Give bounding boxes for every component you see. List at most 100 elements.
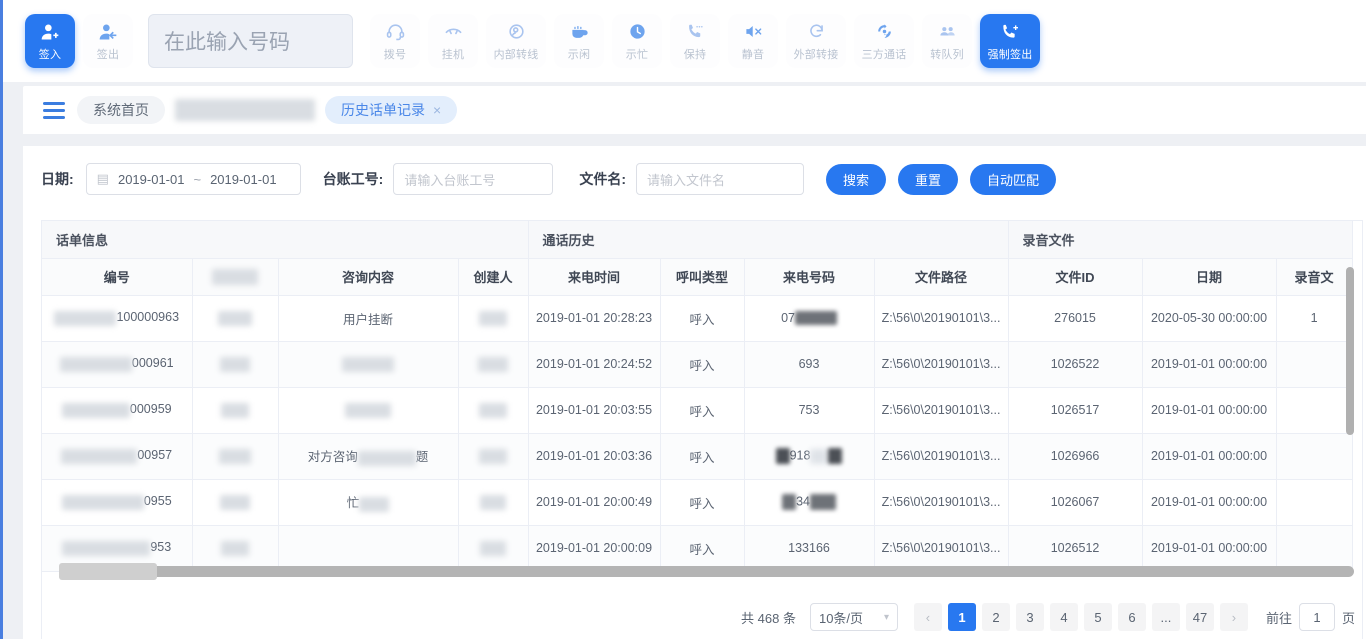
- cell-file-path: Z:\56\0\20190101\3...: [874, 433, 1009, 480]
- col-id[interactable]: 编号: [42, 258, 193, 296]
- cell-id: 000961: [42, 341, 193, 388]
- col-recording[interactable]: 录音文: [1276, 258, 1353, 296]
- cell-date: 2019-01-01 00:00:00: [1142, 387, 1277, 434]
- table-row[interactable]: 000959 2019-01-01 20:03:55 呼入 753 Z:\56\…: [42, 387, 1353, 434]
- cell-content: 对方咨询题: [278, 433, 459, 480]
- table-row[interactable]: 00957 对方咨询题 2019-01-01 20:03:36 呼入 918 Z…: [42, 433, 1353, 480]
- page-size-value: 10条/页: [818, 610, 864, 626]
- signin-label: 签入: [38, 48, 62, 61]
- tab-system-home[interactable]: 系统首页: [77, 96, 165, 124]
- content-panel: 日期: ▤ 2019-01-01 ~ 2019-01-01 台账工号: 请输入台…: [23, 146, 1366, 639]
- cell-call-type: 呼入: [660, 341, 745, 388]
- cell-id: 0955: [42, 479, 193, 526]
- tab-redacted[interactable]: [175, 96, 315, 124]
- filename-input[interactable]: 请输入文件名: [636, 163, 805, 195]
- cell-recording: [1276, 387, 1353, 434]
- cell-date: 2019-01-01 00:00:00: [1142, 479, 1277, 526]
- page-button-1[interactable]: 1: [947, 603, 976, 631]
- page-button-5[interactable]: 5: [1083, 603, 1112, 631]
- date-label: 日期:: [41, 171, 74, 187]
- col-creator[interactable]: 创建人: [458, 258, 529, 296]
- signin-button[interactable]: 签入: [25, 14, 75, 68]
- external-transfer-button[interactable]: 外部转接: [786, 14, 846, 68]
- cell-recording: 1: [1276, 295, 1353, 342]
- scrollbar-thumb[interactable]: [59, 563, 157, 580]
- col-file-path[interactable]: 文件路径: [874, 258, 1009, 296]
- cell-redacted: [192, 433, 279, 480]
- conference-icon: [875, 21, 894, 43]
- prev-page-button[interactable]: ‹: [913, 603, 942, 631]
- reset-button[interactable]: 重置: [898, 163, 959, 195]
- phone-number-input[interactable]: 在此输入号码: [148, 14, 353, 68]
- page-button-2[interactable]: 2: [981, 603, 1010, 631]
- cell-creator: [458, 387, 529, 434]
- user-out-icon: [98, 21, 118, 43]
- col-call-type[interactable]: 呼叫类型: [660, 258, 745, 296]
- table-row[interactable]: 953 2019-01-01 20:00:09 呼入 133166 Z:\56\…: [42, 525, 1353, 572]
- cell-file-path: Z:\56\0\20190101\3...: [874, 341, 1009, 388]
- col-call-time[interactable]: 来电时间: [528, 258, 661, 296]
- dial-button[interactable]: 拨号: [370, 14, 420, 68]
- page-size-select[interactable]: 10条/页 ▾: [809, 603, 898, 631]
- tab-system-home-label: 系统首页: [93, 102, 149, 118]
- date-range-input[interactable]: ▤ 2019-01-01 ~ 2019-01-01: [85, 163, 301, 195]
- force-signout-icon: [1000, 21, 1020, 43]
- cell-date: 2019-01-01 00:00:00: [1142, 341, 1277, 388]
- conference-button[interactable]: 三方通话: [854, 14, 914, 68]
- busy-label: 示忙: [625, 48, 649, 61]
- queue-transfer-button[interactable]: 转队列: [922, 14, 972, 68]
- hold-phone-icon: [686, 21, 705, 43]
- col-redacted[interactable]: [192, 258, 279, 296]
- page-button-3[interactable]: 3: [1015, 603, 1044, 631]
- page-button-47[interactable]: 47: [1185, 603, 1214, 631]
- cell-call-time: 2019-01-01 20:00:49: [528, 479, 661, 526]
- account-label: 台账工号:: [322, 171, 384, 187]
- page-button-6[interactable]: 6: [1117, 603, 1146, 631]
- goto-unit: 页: [1341, 610, 1355, 626]
- search-button[interactable]: 搜索: [826, 163, 887, 195]
- page-button-4[interactable]: 4: [1049, 603, 1078, 631]
- cell-call-type: 呼入: [660, 433, 745, 480]
- cell-caller-number: 07: [744, 295, 875, 342]
- cell-call-time: 2019-01-01 20:24:52: [528, 341, 661, 388]
- next-page-button[interactable]: ›: [1219, 603, 1248, 631]
- cell-recording: [1276, 341, 1353, 388]
- table-horizontal-scrollbar[interactable]: [59, 563, 1354, 580]
- table-row[interactable]: 0955 忙 2019-01-01 20:00:49 呼入 34 Z:\56\0…: [42, 479, 1353, 526]
- group-call-history: 通话历史: [528, 221, 1009, 259]
- busy-button[interactable]: 示忙: [612, 14, 662, 68]
- coffee-cup-icon: [570, 21, 589, 43]
- dial-label: 拨号: [383, 48, 407, 61]
- table-row[interactable]: 000961 2019-01-01 20:24:52 呼入 693 Z:\56\…: [42, 341, 1353, 388]
- cell-file-id: 1026512: [1008, 525, 1143, 572]
- table-head: 话单信息 通话历史 录音文件 编号 咨询内容 创建人 来电时间 呼叫类型 来电号…: [42, 221, 1353, 296]
- list-menu-icon[interactable]: [41, 99, 67, 122]
- table-row[interactable]: 100000963 用户挂断 2019-01-01 20:28:23 呼入 07…: [42, 295, 1353, 342]
- hangup-icon: [444, 21, 463, 43]
- internal-transfer-icon: [507, 21, 526, 43]
- close-icon[interactable]: ×: [433, 103, 441, 117]
- hangup-button[interactable]: 挂机: [428, 14, 478, 68]
- col-date[interactable]: 日期: [1142, 258, 1277, 296]
- cell-date: 2019-01-01 00:00:00: [1142, 433, 1277, 480]
- automatch-button[interactable]: 自动匹配: [970, 163, 1057, 195]
- external-transfer-icon: [807, 21, 826, 43]
- mute-button[interactable]: 静音: [728, 14, 778, 68]
- table-column-header-row: 编号 咨询内容 创建人 来电时间 呼叫类型 来电号码 文件路径 文件ID 日期 …: [42, 258, 1353, 296]
- tab-history-records[interactable]: 历史话单记录 ×: [325, 96, 458, 124]
- app-root: 签入 签出 在此输入号码 拨号 挂机 内部转线 示闲 示忙 保持 静音 外部转接…: [0, 0, 1366, 639]
- total-count: 共 468 条: [741, 610, 796, 626]
- col-content[interactable]: 咨询内容: [278, 258, 459, 296]
- table-vertical-scrollbar[interactable]: [1346, 267, 1354, 435]
- goto-input[interactable]: 1: [1298, 603, 1335, 631]
- cell-call-time: 2019-01-01 20:28:23: [528, 295, 661, 342]
- force-signout-button[interactable]: 强制签出: [980, 14, 1040, 68]
- signout-button[interactable]: 签出: [83, 14, 133, 68]
- col-file-id[interactable]: 文件ID: [1008, 258, 1143, 296]
- idle-button[interactable]: 示闲: [554, 14, 604, 68]
- page-ellipsis[interactable]: ...: [1151, 603, 1180, 631]
- internal-transfer-button[interactable]: 内部转线: [486, 14, 546, 68]
- hold-button[interactable]: 保持: [670, 14, 720, 68]
- col-caller-number[interactable]: 来电号码: [744, 258, 875, 296]
- account-input[interactable]: 请输入台账工号: [393, 163, 554, 195]
